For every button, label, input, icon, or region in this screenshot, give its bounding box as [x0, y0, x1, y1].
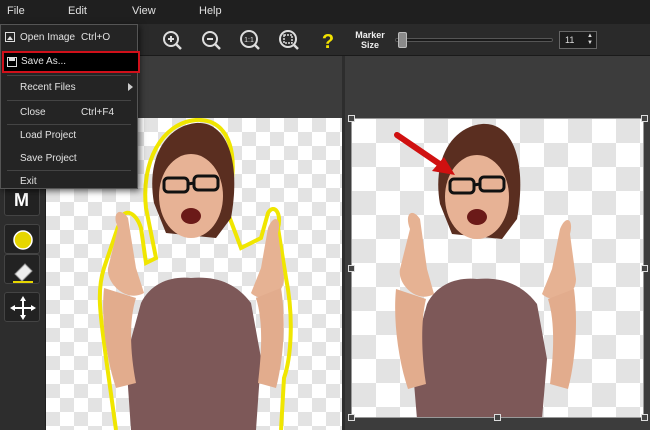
menu-item-recent-files[interactable]: Recent Files [1, 77, 137, 99]
open-mouth [181, 208, 201, 224]
menu-item-label: Close [20, 107, 46, 118]
result-image-pane [345, 56, 650, 430]
menu-item-label: Save As... [21, 56, 67, 67]
zoom-fit-icon[interactable] [277, 28, 301, 52]
eraser-icon [13, 263, 33, 283]
menu-item-shortcut: Ctrl+F4 [81, 107, 115, 118]
right-forearm [548, 289, 576, 389]
menu-view[interactable]: View [132, 5, 156, 17]
resize-handle-top-right[interactable] [641, 115, 648, 122]
submenu-arrow-icon [128, 83, 133, 91]
manual-mode-label: M [14, 190, 29, 210]
left-forearm [395, 289, 426, 389]
file-menu-dropdown: Open Image Ctrl+O Save As... Recent File… [0, 24, 140, 189]
right-thumb-arm [542, 219, 576, 299]
top [412, 278, 547, 417]
zoom-out-icon[interactable] [199, 28, 223, 52]
save-icon [7, 57, 17, 67]
resize-handle-bottom-right[interactable] [641, 414, 648, 421]
menu-item-label: Open Image [20, 32, 76, 43]
menu-item-label: Save Project [20, 153, 77, 164]
menu-edit[interactable]: Edit [68, 5, 87, 17]
menu-item-save-project[interactable]: Save Project [1, 148, 137, 170]
menu-item-close[interactable]: Close Ctrl+F4 [1, 102, 137, 124]
result-canvas[interactable] [351, 118, 644, 418]
open-mouth [467, 209, 487, 225]
open-image-icon [5, 32, 15, 42]
help-icon[interactable]: ? [316, 28, 340, 52]
menu-item-label: Exit [20, 176, 37, 187]
help-glyph: ? [322, 31, 334, 52]
move-button[interactable] [4, 292, 40, 322]
resize-handle-right[interactable] [641, 265, 648, 272]
cutout-preview-image [394, 123, 576, 417]
menu-item-load-project[interactable]: Load Project [1, 125, 137, 147]
keep-marker-button[interactable] [4, 224, 40, 254]
stepper-up-icon[interactable]: ▲ [586, 33, 594, 40]
marker-label-line2: Size [360, 40, 379, 50]
zoom-actual-size-label: 1:1 [244, 37, 254, 44]
stepper-down-icon[interactable]: ▼ [586, 40, 594, 47]
eraser-button[interactable] [4, 254, 40, 284]
menu-item-save-as[interactable]: Save As... [2, 51, 140, 73]
marker-size-label: Marker Size [350, 30, 390, 50]
marker-label-line1: Marker [355, 30, 385, 40]
yellow-marker-icon [13, 230, 33, 250]
marker-size-stepper[interactable]: 11 ▲ ▼ [559, 31, 597, 49]
top [126, 277, 261, 430]
menu-separator [7, 100, 131, 101]
resize-handle-left[interactable] [348, 265, 355, 272]
resize-handle-top-left[interactable] [348, 115, 355, 122]
right-forearm [256, 288, 284, 388]
menu-help[interactable]: Help [199, 5, 222, 17]
move-icon [10, 296, 36, 320]
left-thumb-arm [399, 212, 434, 297]
menu-item-label: Recent Files [20, 82, 76, 93]
marker-size-slider[interactable] [395, 38, 553, 42]
menu-item-shortcut: Ctrl+O [81, 32, 111, 43]
menu-item-label: Load Project [20, 130, 77, 141]
resize-handle-bottom-left[interactable] [348, 414, 355, 421]
menu-separator [7, 75, 131, 76]
menu-item-exit[interactable]: Exit [1, 171, 137, 193]
app-window: File Edit View Help 1:1 ? Marker Size 11… [0, 0, 650, 430]
marker-size-value[interactable]: 11 [565, 35, 574, 45]
face [445, 155, 509, 239]
menu-item-open-image[interactable]: Open Image Ctrl+O [1, 27, 137, 49]
menu-bar: File Edit View Help [0, 0, 650, 24]
marker-size-slider-thumb[interactable] [398, 32, 407, 48]
resize-handle-bottom[interactable] [494, 414, 501, 421]
zoom-actual-size-icon[interactable]: 1:1 [238, 28, 262, 52]
menu-file[interactable]: File [7, 5, 25, 17]
zoom-in-icon[interactable] [160, 28, 184, 52]
face [159, 154, 223, 238]
